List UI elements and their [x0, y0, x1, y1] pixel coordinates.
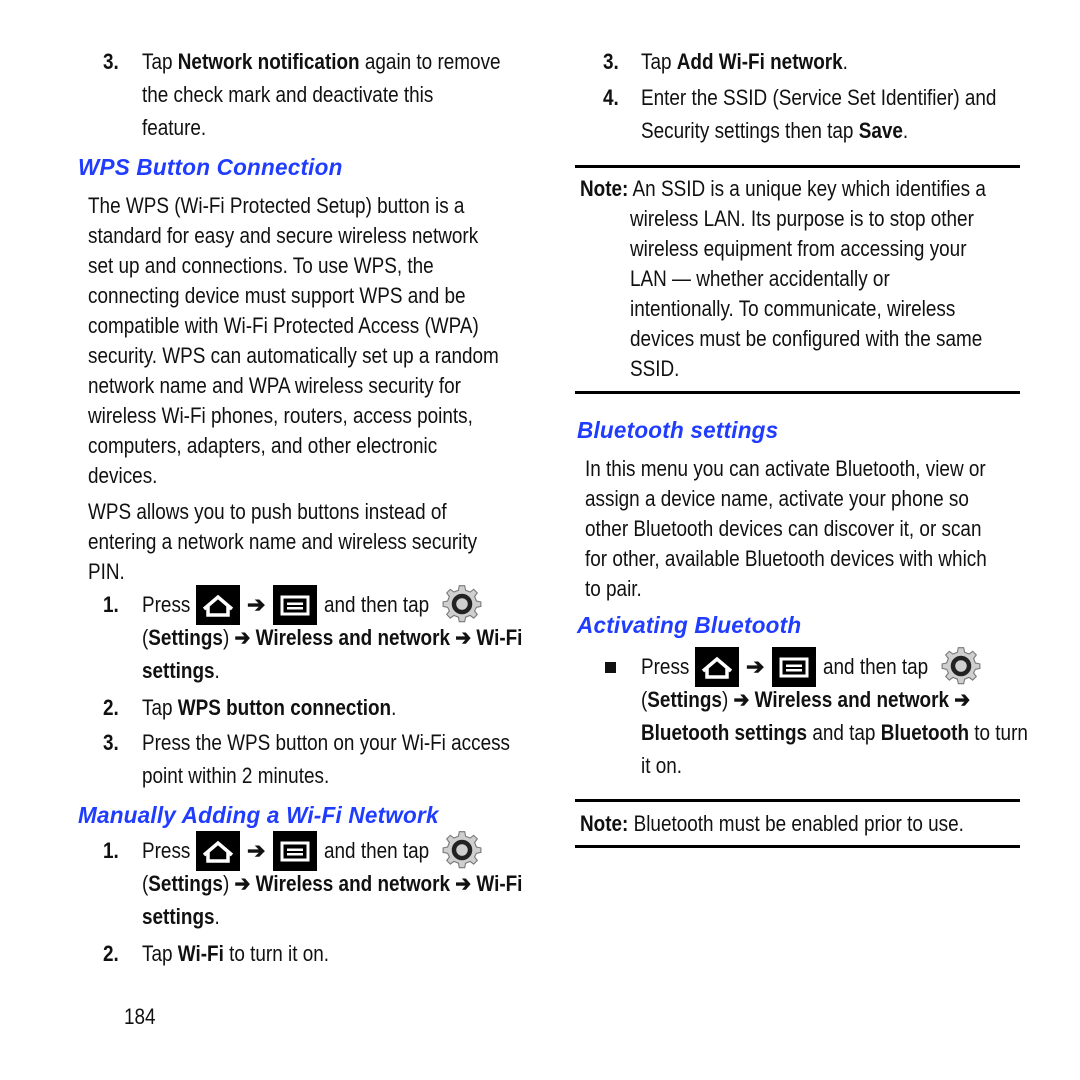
- settings-path: (Settings) ➔ Wireless and network ➔: [641, 687, 971, 712]
- settings-gear-icon: [440, 829, 484, 871]
- note-line: wireless equipment from accessing your: [630, 236, 967, 261]
- step-text: Press the WPS button on your Wi-Fi acces…: [142, 730, 511, 755]
- step-text: the check mark and deactivate this: [142, 82, 434, 107]
- paragraph-line: devices.: [88, 463, 158, 488]
- arrow-icon: ➔: [247, 592, 266, 617]
- paragraph-line: connecting device must support WPS and b…: [88, 283, 466, 308]
- paragraph-line: wireless Wi-Fi phones, routers, access p…: [88, 403, 473, 428]
- home-key-icon: [196, 831, 240, 871]
- paragraph-line: In this menu you can activate Bluetooth,…: [585, 456, 986, 481]
- note-divider: [575, 799, 1020, 802]
- paragraph-line: network name and WPA wireless security f…: [88, 373, 461, 398]
- settings-path: settings.: [142, 904, 220, 929]
- step-text: feature.: [142, 115, 207, 140]
- note-line: wireless LAN. Its purpose is to stop oth…: [630, 206, 974, 231]
- paragraph-line: security. WPS can automatically set up a…: [88, 343, 499, 368]
- menu-key-icon: [772, 647, 816, 687]
- press-label: Press: [142, 838, 191, 863]
- note-line: LAN — whether accidentally or: [630, 266, 890, 291]
- paragraph-line: other Bluetooth devices can discover it,…: [585, 516, 982, 541]
- note-line: Note: An SSID is a unique key which iden…: [580, 176, 986, 201]
- and-then-tap-label: and then tap: [324, 592, 430, 617]
- step-text: it on.: [641, 753, 683, 778]
- note-divider: [575, 165, 1020, 168]
- note-line: Note: Bluetooth must be enabled prior to…: [580, 811, 964, 836]
- step-text: Tap Network notification again to remove: [142, 49, 501, 74]
- paragraph-line: set up and connections. To use WPS, the: [88, 253, 434, 278]
- settings-gear-icon: [939, 645, 983, 687]
- step-text: Tap Add Wi-Fi network.: [641, 49, 848, 74]
- menu-key-icon: [273, 585, 317, 625]
- page-number: 184: [124, 1004, 156, 1029]
- menu-key-icon: [273, 831, 317, 871]
- and-then-tap-label: and then tap: [324, 838, 430, 863]
- step-number: 4.: [603, 85, 619, 110]
- paragraph-line: to pair.: [585, 576, 642, 601]
- paragraph-line: for other, available Bluetooth devices w…: [585, 546, 987, 571]
- settings-path: Bluetooth settings and tap Bluetooth to …: [641, 720, 1028, 745]
- home-key-icon: [695, 647, 739, 687]
- paragraph-line: assign a device name, activate your phon…: [585, 486, 969, 511]
- step-number: 2.: [103, 695, 119, 720]
- section-heading-wps: WPS Button Connection: [78, 154, 343, 180]
- step-number: 2.: [103, 941, 119, 966]
- paragraph-line: WPS allows you to push buttons instead o…: [88, 499, 447, 524]
- arrow-icon: ➔: [746, 654, 765, 679]
- section-heading-activating-bluetooth: Activating Bluetooth: [577, 612, 802, 638]
- paragraph-line: The WPS (Wi-Fi Protected Setup) button i…: [88, 193, 465, 218]
- step-text: Enter the SSID (Service Set Identifier) …: [641, 85, 997, 110]
- section-heading-bluetooth-settings: Bluetooth settings: [577, 417, 779, 443]
- section-heading-manual-wifi: Manually Adding a Wi-Fi Network: [78, 802, 439, 828]
- step-text: point within 2 minutes.: [142, 763, 330, 788]
- step-number: 1.: [103, 592, 119, 617]
- note-line: SSID.: [630, 356, 680, 381]
- home-key-icon: [196, 585, 240, 625]
- settings-path: (Settings) ➔ Wireless and network ➔ Wi-F…: [142, 625, 523, 650]
- bullet-icon: [605, 662, 616, 673]
- paragraph-line: entering a network name and wireless sec…: [88, 529, 478, 554]
- and-then-tap-label: and then tap: [823, 654, 929, 679]
- press-label: Press: [641, 654, 690, 679]
- step-number: 3.: [103, 49, 119, 74]
- paragraph-line: computers, adapters, and other electroni…: [88, 433, 438, 458]
- press-label: Press: [142, 592, 191, 617]
- settings-path: settings.: [142, 658, 220, 683]
- step-text: Tap WPS button connection.: [142, 695, 397, 720]
- step-number: 3.: [103, 730, 119, 755]
- note-line: devices must be configured with the same: [630, 326, 983, 351]
- step-number: 3.: [603, 49, 619, 74]
- step-text: Tap Wi-Fi to turn it on.: [142, 941, 330, 966]
- step-number: 1.: [103, 838, 119, 863]
- paragraph-line: PIN.: [88, 559, 125, 584]
- settings-gear-icon: [440, 583, 484, 625]
- note-divider: [575, 845, 1020, 848]
- note-line: intentionally. To communicate, wireless: [630, 296, 956, 321]
- paragraph-line: standard for easy and secure wireless ne…: [88, 223, 479, 248]
- arrow-icon: ➔: [247, 838, 266, 863]
- note-divider: [575, 391, 1020, 394]
- paragraph-line: compatible with Wi-Fi Protected Access (…: [88, 313, 479, 338]
- step-text: Security settings then tap Save.: [641, 118, 909, 143]
- settings-path: (Settings) ➔ Wireless and network ➔ Wi-F…: [142, 871, 523, 896]
